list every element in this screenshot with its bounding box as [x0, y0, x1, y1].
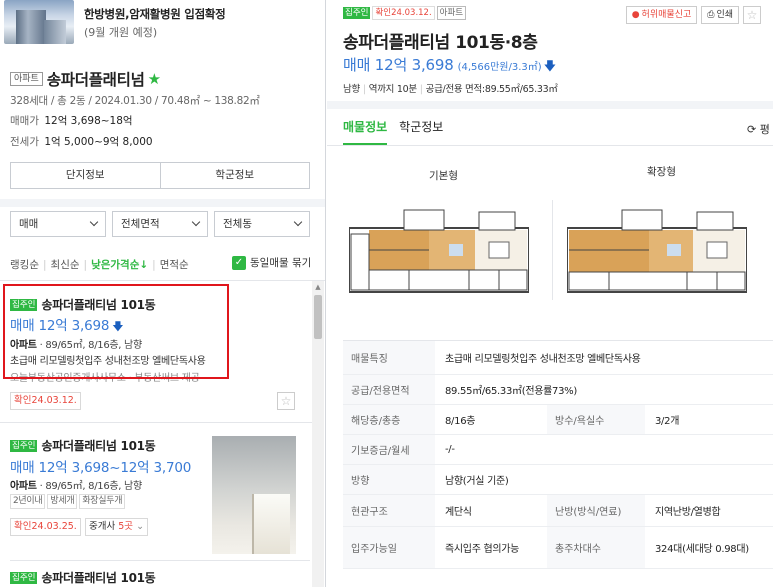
listing-photo[interactable] [212, 436, 296, 554]
print-icon: ⎙ [707, 10, 715, 20]
detail-price: 매매 12억 3,698 (4,566만원/3.3㎡) 🡇 [343, 56, 557, 74]
table-row: 방향 남향(거실 기준) [343, 465, 773, 495]
table-row: 기보증금/월세 -/- [343, 435, 773, 465]
floorplan-extended-label: 확장형 [647, 166, 676, 178]
favorite-star-icon[interactable]: ☆ [743, 6, 761, 24]
trade-type-select[interactable]: 매매 [10, 211, 106, 237]
sort-low-price[interactable]: 낮은가격순↓ [91, 259, 148, 271]
detail-title: 송파더플래티넘 101동·8층 [343, 33, 538, 53]
owner-badge: 집주인 [10, 571, 38, 584]
sale-price-row: 매매가 12억 3,698~18억 [10, 115, 133, 127]
sale-price: 12억 3,698~18억 [44, 115, 133, 127]
unit-toggle-button[interactable]: ⟳ 평 [747, 121, 770, 137]
complex-info-button[interactable]: 단지정보 [11, 163, 160, 188]
confirm-date-tag: 확인24.03.12. [10, 392, 81, 410]
sort-latest[interactable]: 최신순 [51, 259, 80, 271]
filter-bar: 매매 전체면적 전체동 [10, 211, 310, 237]
area-select[interactable]: 전체면적 [112, 211, 208, 237]
confirm-date-tag: 확인24.03.12. [372, 6, 435, 20]
sort-options: 랭킹순 | 최신순 | 낮은가격순↓ | 면적순 [10, 259, 189, 271]
table-row: 해당층/총층 8/16층 방수/욕실수 3/2개 [343, 405, 773, 435]
siren-icon: ● [631, 10, 640, 20]
listing-tags: 2년이내 방세개 화장실두개 [10, 494, 127, 509]
report-button[interactable]: ● 허위매물신고 [625, 6, 698, 24]
table-row: 공급/전용면적 89.55㎡/65.33㎡(전용률73%) [343, 375, 773, 405]
detail-summary: 남향 | 역까지 10분 | 공급/전용 면적:89.55㎡/65.33㎡ [343, 84, 558, 95]
chevron-down-icon [89, 217, 99, 227]
lease-price-row: 전세가 1억 5,000~9억 8,000 [10, 136, 153, 148]
floorplan-basic-image[interactable] [349, 204, 529, 298]
star-icon[interactable]: ★ [148, 70, 161, 88]
school-info-button[interactable]: 학군정보 [159, 163, 310, 188]
favorite-star-icon[interactable]: ☆ [277, 392, 295, 410]
chevron-down-icon [293, 217, 303, 227]
listing-spec: 아파트 · 89/65㎡, 8/16층, 남향 [10, 481, 142, 492]
table-row: 현관구조 계단식 난방(방식/연료) 지역난방/열병합 [343, 495, 773, 527]
owner-badge: 집주인 [10, 439, 38, 452]
floorplan-basic-label: 기본형 [429, 170, 458, 182]
banner-title: 한방병원,암재활병원 입점확정 [84, 7, 226, 21]
complex-meta: 328세대 / 총 2동 / 2024.01.30 / 70.48㎡ ~ 138… [10, 95, 260, 107]
type-tag: 아파트 [10, 72, 43, 86]
listing-panel: 한방병원,암재활병원 입점확정 (9월 개원 예정) 아파트 송파더플래티넘 ★ 3… [0, 0, 326, 587]
group-same-listings-checkbox[interactable]: ✓ 동일매물 묶기 [232, 255, 311, 270]
listing-detail-table: 매물특징 초급매 리모델링첫입주 성내천조망 엘베단독사용 공급/전용면적 89… [343, 340, 773, 569]
complex-name[interactable]: 송파더플래티넘 [47, 71, 145, 89]
listing-name[interactable]: 송파더플래티넘 101동 [41, 571, 155, 585]
selection-highlight [3, 284, 229, 379]
sort-ranking[interactable]: 랭킹순 [10, 259, 39, 271]
checkmark-icon: ✓ [232, 255, 246, 270]
type-tag: 아파트 [436, 6, 467, 20]
table-row: 매물특징 초급매 리모델링첫입주 성내천조망 엘베단독사용 [343, 341, 773, 375]
banner-subtitle: (9월 개원 예정) [84, 26, 158, 39]
floorplan-extended-image[interactable] [567, 204, 747, 298]
tab-school-info[interactable]: 학군정보 [399, 118, 443, 143]
listing-name[interactable]: 송파더플래티넘 101동 [41, 439, 155, 453]
listing-price: 매매 12억 3,698~12억 3,700 [10, 460, 192, 476]
sort-area[interactable]: 면적순 [160, 259, 189, 271]
section-divider [0, 199, 325, 207]
agent-count-button[interactable]: 중개사 5곳 ⌄ [82, 518, 149, 536]
lease-price: 1억 5,000~9억 8,000 [44, 136, 153, 148]
owner-badge: 집주인 [343, 7, 371, 19]
table-row: 입주가능일 즉시입주 협의가능 총주차대수 324대(세대당 0.98대) [343, 527, 773, 569]
confirm-date-tag: 확인24.03.25. [10, 518, 81, 536]
complex-buttons: 단지정보 학군정보 [10, 162, 310, 189]
detail-panel: 집주인 확인24.03.12. 아파트 ● 허위매물신고 ⎙ 인쇄 ☆ 송파더플래티넘 … [327, 0, 773, 587]
news-banner[interactable]: 한방병원,암재활병원 입점확정 (9월 개원 예정) [0, 0, 325, 50]
print-button[interactable]: ⎙ 인쇄 [701, 6, 739, 24]
scrollbar[interactable]: ▲ [312, 281, 324, 587]
detail-tabs: 매물정보 학군정보 [343, 118, 455, 145]
scroll-up-icon[interactable]: ▲ [312, 283, 324, 291]
dong-select[interactable]: 전체동 [214, 211, 310, 237]
scrollbar-thumb[interactable] [314, 295, 322, 339]
tab-listing-info[interactable]: 매물정보 [343, 118, 388, 145]
chevron-down-icon [191, 217, 201, 227]
arrow-down-icon: 🡇 [543, 59, 557, 73]
banner-image [4, 0, 74, 44]
